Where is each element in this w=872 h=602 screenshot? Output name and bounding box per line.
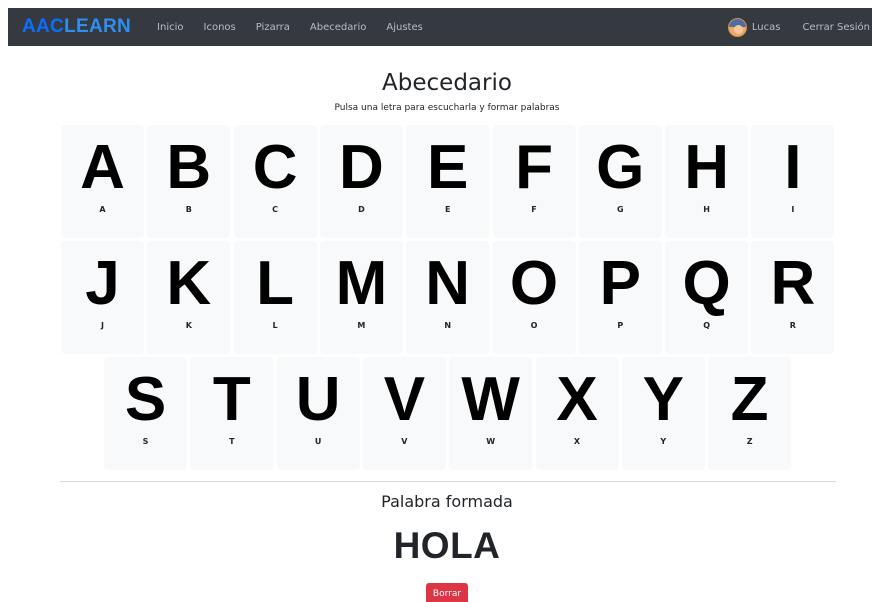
letter-glyph: J — [85, 249, 120, 318]
nav-link-abecedario[interactable]: Abecedario — [310, 22, 366, 33]
letter-glyph: F — [515, 133, 553, 202]
letter-label: U — [314, 437, 322, 446]
nav-link-iconos[interactable]: Iconos — [204, 22, 236, 33]
letter-card-e[interactable]: EE — [406, 125, 490, 238]
letter-label: E — [444, 205, 451, 214]
brand-part-aac: AAC — [22, 16, 65, 37]
nav-link-inicio[interactable]: Inicio — [157, 22, 183, 33]
letter-label: L — [272, 321, 278, 330]
letter-glyph: S — [124, 365, 167, 434]
logout-link[interactable]: Cerrar Sesión — [802, 22, 870, 33]
letter-card-u[interactable]: UU — [276, 357, 360, 470]
letter-glyph: V — [383, 365, 426, 434]
letter-card-s[interactable]: SS — [104, 357, 187, 470]
letter-label: G — [617, 205, 624, 214]
letter-glyph: U — [295, 365, 341, 434]
letter-card-i[interactable]: II — [751, 125, 835, 238]
letter-card-t[interactable]: TT — [190, 357, 274, 470]
letter-glyph: Z — [730, 365, 769, 434]
letter-card-z[interactable]: ZZ — [708, 357, 792, 470]
formed-word: HOLA — [393, 525, 501, 566]
letter-glyph: X — [556, 365, 598, 434]
letter-glyph: H — [684, 133, 729, 202]
letter-card-v[interactable]: VV — [362, 357, 446, 470]
letter-glyph: L — [256, 249, 295, 318]
user-avatar-icon[interactable] — [727, 17, 747, 37]
letter-card-p[interactable]: PP — [578, 241, 662, 354]
letter-label: H — [703, 205, 710, 214]
letter-card-d[interactable]: DD — [319, 125, 403, 238]
letter-label: X — [573, 437, 581, 446]
letter-card-w[interactable]: WW — [449, 357, 533, 470]
letter-card-m[interactable]: MM — [319, 241, 403, 354]
letter-glyph: I — [784, 133, 802, 202]
letter-label: V — [401, 437, 408, 446]
letter-label: M — [357, 321, 366, 330]
nav-link-ajustes[interactable]: Ajustes — [386, 22, 422, 33]
user-area: Lucas Cerrar Sesión — [727, 17, 872, 37]
letter-label: S — [142, 437, 149, 446]
letter-card-q[interactable]: QQ — [665, 241, 749, 354]
letter-glyph: A — [80, 133, 125, 202]
letter-label: R — [789, 321, 796, 330]
nav-link-pizarra[interactable]: Pizarra — [256, 22, 290, 33]
letter-glyph: E — [427, 133, 469, 202]
clear-button[interactable]: Borrar — [426, 583, 468, 602]
letter-label: I — [791, 205, 795, 214]
letter-label: B — [185, 205, 192, 214]
page-subtitle: Pulsa una letra para escucharla y formar… — [334, 103, 560, 113]
letter-card-o[interactable]: OO — [492, 241, 576, 354]
top-navbar: AACLEARN Inicio Iconos Pizarra Abecedari… — [8, 8, 872, 46]
letter-card-k[interactable]: KK — [147, 241, 231, 354]
letter-glyph: W — [461, 365, 520, 434]
letter-card-y[interactable]: YY — [621, 357, 705, 470]
letter-card-b[interactable]: BB — [147, 125, 231, 238]
letter-card-a[interactable]: AA — [61, 125, 144, 238]
letter-label: F — [531, 205, 537, 214]
letter-card-c[interactable]: CC — [233, 125, 317, 238]
page-title: Abecedario — [382, 70, 512, 96]
letter-glyph: R — [770, 249, 816, 318]
letter-card-x[interactable]: XX — [535, 357, 619, 470]
nav-links: Inicio Iconos Pizarra Abecedario Ajustes — [157, 22, 443, 33]
letter-glyph: P — [599, 249, 641, 318]
letter-card-f[interactable]: FF — [492, 125, 576, 238]
letter-glyph: C — [252, 133, 298, 202]
letter-label: Y — [660, 437, 667, 446]
letter-glyph: T — [212, 365, 251, 434]
letter-label: P — [617, 321, 624, 330]
letter-glyph: G — [596, 133, 645, 202]
letter-label: N — [444, 321, 452, 330]
letter-card-l[interactable]: LL — [233, 241, 317, 354]
letter-label: O — [530, 321, 538, 330]
letter-glyph: Q — [682, 249, 731, 318]
user-name[interactable]: Lucas — [752, 22, 781, 33]
letter-label: T — [229, 437, 235, 446]
letter-glyph: O — [509, 249, 559, 318]
section-divider — [60, 481, 836, 482]
letter-card-n[interactable]: NN — [406, 241, 490, 354]
letter-card-g[interactable]: GG — [578, 125, 662, 238]
letter-glyph: B — [166, 133, 212, 202]
letter-card-h[interactable]: HH — [665, 125, 749, 238]
letter-label: Z — [746, 437, 753, 446]
letter-glyph: N — [425, 249, 471, 318]
letter-label: W — [486, 437, 496, 446]
letter-glyph: D — [339, 133, 384, 202]
letter-label: D — [358, 205, 365, 214]
letter-label: J — [101, 321, 104, 330]
letter-label: C — [272, 205, 279, 214]
letter-card-j[interactable]: JJ — [61, 241, 144, 354]
letter-glyph: M — [335, 249, 388, 318]
brand-part-learn: LEARN — [64, 16, 132, 37]
letter-label: K — [185, 321, 192, 330]
letter-label: A — [99, 205, 106, 214]
brand-logo[interactable]: AACLEARN — [22, 16, 131, 38]
formed-word-title: Palabra formada — [381, 492, 513, 511]
letter-glyph: K — [166, 249, 212, 318]
letter-glyph: Y — [642, 365, 684, 434]
letter-label: Q — [703, 321, 710, 330]
letter-card-r[interactable]: RR — [751, 241, 835, 354]
